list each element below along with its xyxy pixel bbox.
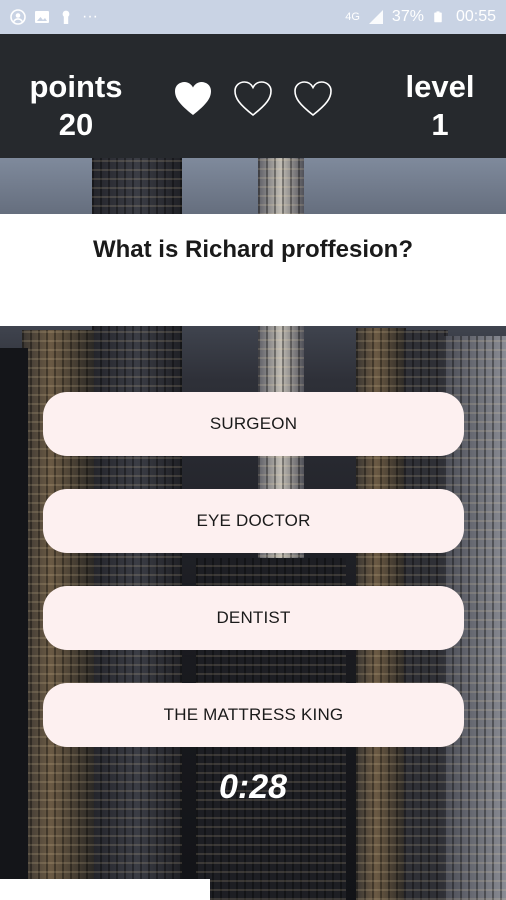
points-label: points bbox=[29, 69, 123, 104]
heart-outline-icon bbox=[233, 80, 273, 118]
more-dots-icon: ··· bbox=[82, 8, 98, 25]
answer-button-2[interactable]: EYE DOCTOR bbox=[43, 489, 464, 553]
points-value: 20 bbox=[58, 107, 94, 142]
bottom-bar bbox=[0, 879, 210, 900]
level-value: 1 bbox=[431, 107, 449, 142]
status-bar: ··· 4G 37% 00:55 bbox=[0, 0, 506, 34]
lives-indicator bbox=[173, 80, 333, 118]
score-header: points 20 level 1 bbox=[0, 34, 506, 158]
answer-button-3[interactable]: DENTIST bbox=[43, 586, 464, 650]
level-display: level 1 bbox=[388, 68, 492, 144]
points-display: points 20 bbox=[18, 68, 134, 144]
battery-icon bbox=[432, 9, 448, 25]
signal-icon bbox=[368, 9, 384, 25]
question-card: What is Richard proffesion? bbox=[0, 214, 506, 326]
status-bar-left: ··· bbox=[10, 8, 98, 26]
status-bar-right: 4G 37% 00:55 bbox=[345, 8, 496, 26]
heart-outline-icon bbox=[293, 80, 333, 118]
network-type: 4G bbox=[345, 11, 360, 23]
answer-button-4[interactable]: THE MATTRESS KING bbox=[43, 683, 464, 747]
heart-filled-icon bbox=[173, 80, 213, 118]
battery-percent: 37% bbox=[391, 8, 424, 25]
clock: 00:55 bbox=[455, 8, 496, 25]
answer-button-1[interactable]: SURGEON bbox=[43, 392, 464, 456]
building bbox=[0, 348, 28, 900]
account-circle-icon bbox=[10, 9, 26, 25]
question-text: What is Richard proffesion? bbox=[92, 236, 413, 263]
level-label: level bbox=[405, 69, 475, 104]
countdown-timer: 0:28 bbox=[218, 768, 288, 806]
image-icon bbox=[34, 9, 50, 25]
keyhole-icon bbox=[58, 9, 74, 25]
